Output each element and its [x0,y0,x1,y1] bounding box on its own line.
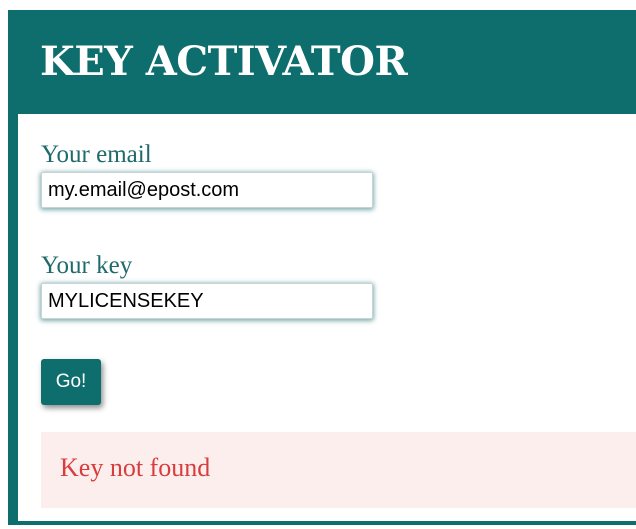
activator-panel: KEY ACTIVATOR Your email Your key Go! Ke… [8,10,636,525]
email-field[interactable] [41,172,373,208]
error-alert: Key not found [41,432,636,508]
page-title: KEY ACTIVATOR [40,38,408,85]
license-key-field[interactable] [41,283,373,319]
header-bar: KEY ACTIVATOR [18,10,636,114]
key-label: Your key [41,252,133,279]
go-button[interactable]: Go! [41,359,101,405]
error-message: Key not found [60,453,211,482]
email-label: Your email [41,141,152,168]
page: KEY ACTIVATOR Your email Your key Go! Ke… [0,0,636,529]
